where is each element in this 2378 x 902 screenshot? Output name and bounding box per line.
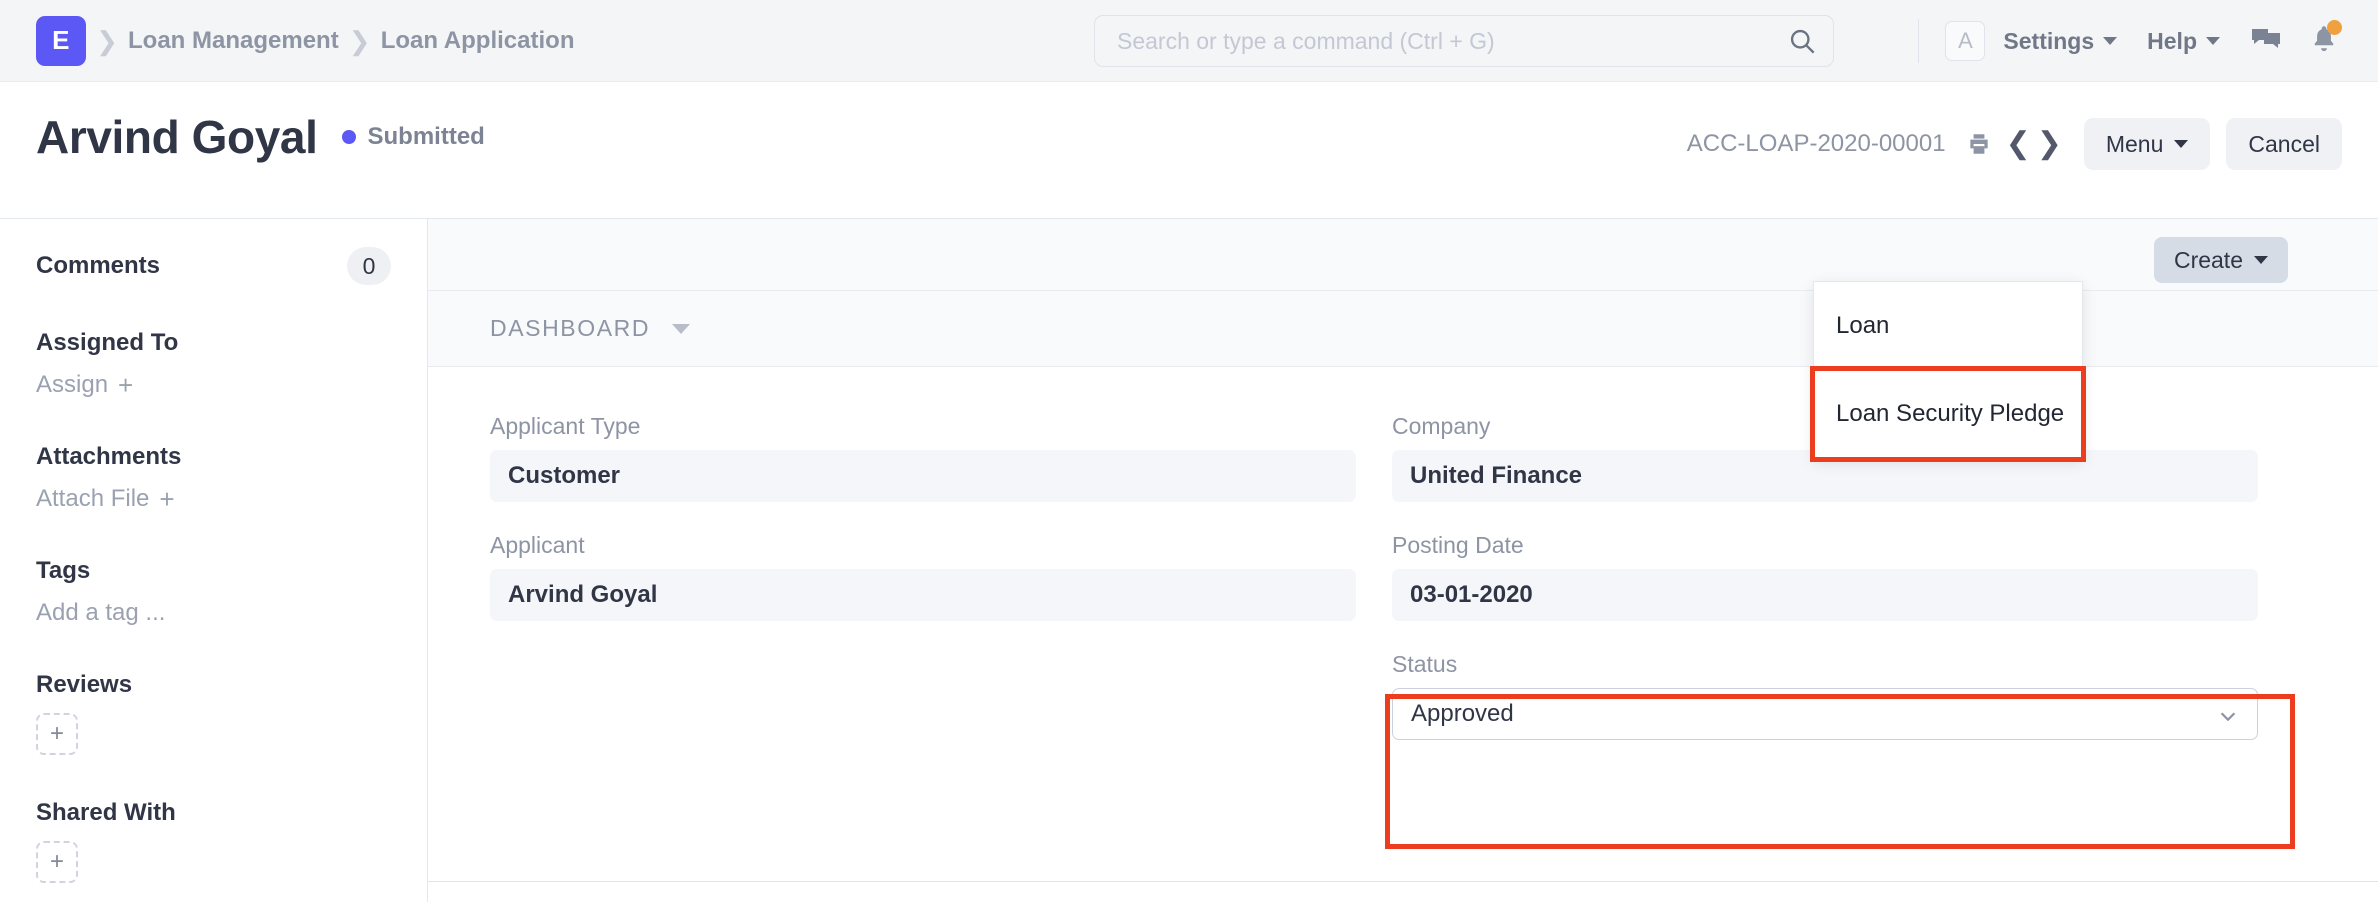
comments-count: 0 [347,247,391,285]
left-sidebar: Comments 0 Assigned To Assign + Attachme… [0,219,428,902]
cancel-button[interactable]: Cancel [2226,118,2342,170]
posting-date-label: Posting Date [1392,532,1524,558]
page-header: Arvind Goyal Submitted ACC-LOAP-2020-000… [0,82,2378,219]
field-applicant: Applicant Arvind Goyal [490,532,1356,621]
tab-dashboard[interactable]: DASHBOARD [490,315,650,342]
sidebar-item-comments[interactable]: Comments 0 [36,247,391,285]
comments-label: Comments [36,252,161,279]
posting-date-value[interactable]: 03-01-2020 [1392,569,2258,621]
form-toolbar: Create [428,219,2378,291]
menu-button[interactable]: Menu [2083,118,2211,170]
add-tag-input[interactable]: Add a tag ... [36,599,391,627]
print-icon[interactable] [1966,131,1992,157]
status-badge: Submitted [367,123,485,150]
breadcrumb-loan-application[interactable]: Loan Application [381,27,575,55]
tags-label: Tags [36,557,91,584]
assign-label: Assign [36,371,109,398]
sidebar-item-tags: Tags Add a tag ... [36,557,391,627]
applicant-type-value[interactable]: Customer [490,450,1356,502]
notification-badge-dot [2327,19,2342,35]
status-dot-icon [341,130,356,144]
form-grid: Applicant Type Customer Applicant Arvind… [428,367,2378,770]
create-menu-item-loan[interactable]: Loan [1814,282,2082,370]
chevron-down-icon [2217,705,2239,734]
sidebar-item-shared-with: Shared With + [36,799,391,883]
breadcrumb-separator-icon: ❯ [96,25,118,56]
form-column-left: Applicant Type Customer Applicant Arvind… [490,413,1356,770]
page-title: Arvind Goyal [36,111,318,163]
attachments-label: Attachments [36,443,182,470]
applicant-type-label: Applicant Type [490,413,641,439]
page-header-actions: ACC-LOAP-2020-00001 ❮ ❯ Menu Cancel [1687,118,2342,170]
create-dropdown-menu: Loan Loan Security Pledge [1810,281,2086,462]
field-posting-date: Posting Date 03-01-2020 [1392,532,2258,621]
menu-label: Menu [2105,130,2164,157]
top-navbar: E ❯ Loan Management ❯ Loan Application A… [0,0,2378,82]
status-label: Status [1392,651,1458,677]
sidebar-item-attachments: Attachments Attach File + [36,443,391,513]
shared-with-label: Shared With [36,799,176,826]
notifications-button[interactable] [2310,19,2342,59]
applicant-value[interactable]: Arvind Goyal [490,569,1356,621]
plus-icon: + [118,370,134,400]
create-label: Create [2173,246,2243,273]
breadcrumb-separator-icon: ❯ [348,25,371,56]
chevron-down-icon[interactable] [672,323,691,334]
search-input[interactable] [1094,15,1834,67]
form-column-right: Company United Finance Posting Date 03-0… [1392,413,2258,770]
sidebar-item-assigned-to: Assigned To Assign + [36,329,391,399]
field-status: Status Approved [1392,651,2258,740]
main-content: Create DASHBOARD Applicant Type Customer… [428,219,2378,902]
add-review-button[interactable]: + [36,713,78,755]
section-divider [428,881,2378,882]
cancel-label: Cancel [2248,130,2320,157]
chevron-down-icon [2254,256,2268,264]
search-icon[interactable] [1788,27,1816,55]
help-label: Help [2147,27,2197,54]
breadcrumb-loan-management[interactable]: Loan Management [128,27,339,55]
status-value: Approved [1411,700,1514,727]
plus-icon: + [159,484,175,514]
chevron-down-icon [2103,37,2118,45]
chevron-down-icon [2206,37,2220,45]
app-logo[interactable]: E [36,15,86,66]
settings-label: Settings [2003,27,2095,54]
assign-button[interactable]: Assign + [36,371,391,399]
prev-record-button[interactable]: ❮ [2006,129,2031,159]
chevron-down-icon [2174,140,2189,148]
navbar-right-group: A Settings Help [1918,0,2344,82]
applicant-label: Applicant [490,532,585,558]
page-title-group: Arvind Goyal Submitted [36,110,485,164]
attach-file-label: Attach File [36,485,150,512]
settings-menu[interactable]: Settings [2003,27,2118,55]
search-container [1094,15,1834,67]
sidebar-item-reviews: Reviews + [36,671,391,755]
create-menu-item-loan-security-pledge[interactable]: Loan Security Pledge [1810,366,2086,462]
next-record-button[interactable]: ❯ [2037,129,2062,159]
chat-icon[interactable] [2250,27,2282,55]
avatar[interactable]: A [1945,21,1986,61]
field-applicant-type: Applicant Type Customer [490,413,1356,502]
tab-bar: DASHBOARD [428,291,2378,367]
assigned-to-label: Assigned To [36,329,179,356]
create-button[interactable]: Create [2153,237,2288,283]
attach-file-button[interactable]: Attach File + [36,485,391,513]
navbar-divider [1918,19,1920,63]
reviews-label: Reviews [36,671,133,698]
status-select[interactable]: Approved [1392,688,2258,740]
add-shared-user-button[interactable]: + [36,841,78,883]
document-id: ACC-LOAP-2020-00001 [1686,130,1946,157]
help-menu[interactable]: Help [2147,28,2220,55]
